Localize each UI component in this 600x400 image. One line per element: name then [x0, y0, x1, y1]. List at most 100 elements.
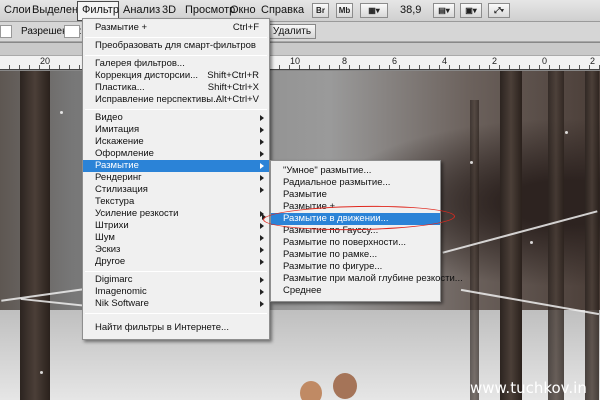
- menu-help[interactable]: Справка: [261, 4, 304, 16]
- menu-item-label: Видео: [95, 112, 123, 123]
- ruler-label: 4: [442, 56, 448, 66]
- resolution-input[interactable]: [64, 25, 80, 38]
- bridge-icon[interactable]: Br: [312, 3, 329, 18]
- ruler-label: 10: [290, 56, 301, 66]
- menu-item-label: Искажение: [95, 136, 144, 147]
- menu-item-other[interactable]: Другое: [83, 256, 269, 268]
- menu-item-label: Размытие при малой глубине резкости...: [283, 273, 463, 284]
- menu-view[interactable]: Просмотр: [185, 4, 235, 16]
- menu-item-label: Эскиз: [95, 244, 121, 255]
- menu-item-label: Исправление перспективы...: [95, 94, 222, 105]
- submenu-item-lens-blur[interactable]: Размытие при малой глубине резкости...: [271, 273, 463, 285]
- ruler-label: 2: [590, 56, 596, 66]
- menu-item-label: Галерея фильтров...: [95, 58, 185, 69]
- menu-item-shortcut: Shift+Ctrl+R: [207, 70, 259, 81]
- menu-item-label: Рендеринг: [95, 172, 142, 183]
- menu-item-label: Другое: [95, 256, 126, 267]
- menu-item-filter-gallery[interactable]: Галерея фильтров...: [83, 58, 269, 70]
- menu-item-label: Коррекция дисторсии...: [95, 70, 199, 81]
- menu-item-imagenomic[interactable]: Imagenomic: [83, 286, 269, 298]
- ruler-label: 8: [342, 56, 348, 66]
- menu-item-label: Найти фильтры в Интернете...: [95, 322, 229, 333]
- submenu-item-smart-blur[interactable]: "Умное" размытие...: [271, 165, 440, 177]
- tree-trunk: [20, 71, 50, 400]
- menu-item-pixelate[interactable]: Оформление: [83, 148, 269, 160]
- submenu-item-average[interactable]: Среднее: [271, 285, 440, 297]
- menu-separator: [85, 271, 267, 272]
- menu-item-distort[interactable]: Искажение: [83, 136, 269, 148]
- submenu-arrow-icon: [260, 277, 264, 283]
- menu-item-brush-strokes[interactable]: Штрихи: [83, 220, 269, 232]
- ruler-label: 20: [40, 56, 51, 66]
- submenu-arrow-icon: [260, 187, 264, 193]
- menu-3d[interactable]: 3D: [162, 4, 176, 16]
- ruler-label: 0: [542, 56, 548, 66]
- submenu-arrow-icon: [260, 163, 264, 169]
- submenu-item-shape-blur[interactable]: Размытие по фигуре...: [271, 261, 440, 273]
- menu-item-vanishing-point[interactable]: Исправление перспективы... Alt+Ctrl+V: [83, 94, 269, 106]
- guides-icon[interactable]: ▦▾: [360, 3, 388, 18]
- menu-item-label: Размытие по поверхности...: [283, 237, 406, 248]
- menu-filter-label: Фильтр: [82, 4, 119, 16]
- watermark: www.tuchkov.in: [470, 379, 587, 397]
- menu-layers[interactable]: Слои: [4, 4, 31, 16]
- menu-separator: [85, 313, 267, 314]
- menu-separator: [85, 37, 267, 38]
- submenu-item-surface-blur[interactable]: Размытие по поверхности...: [271, 237, 440, 249]
- mini-bridge-icon[interactable]: Mb: [336, 3, 353, 18]
- menu-item-label: Имитация: [95, 124, 140, 135]
- tree-trunk: [585, 71, 599, 400]
- menu-item-video[interactable]: Видео: [83, 112, 269, 124]
- submenu-item-radial-blur[interactable]: Радиальное размытие...: [271, 177, 440, 189]
- delete-button[interactable]: Удалить: [268, 24, 316, 39]
- menu-separator: [85, 109, 267, 110]
- menu-item-digimarc[interactable]: Digimarc: [83, 274, 269, 286]
- menu-analysis[interactable]: Анализ: [123, 4, 160, 16]
- submenu-arrow-icon: [260, 175, 264, 181]
- view-extras-icon[interactable]: ▤▾: [433, 3, 455, 18]
- menu-item-label: Пластика...: [95, 82, 145, 93]
- menu-item-liquify[interactable]: Пластика... Shift+Ctrl+X: [83, 82, 269, 94]
- groom-figure: [333, 373, 357, 399]
- submenu-arrow-icon: [260, 115, 264, 121]
- snowflake: [565, 131, 568, 134]
- ruler-label: 2: [492, 56, 498, 66]
- menu-window[interactable]: Окно: [230, 4, 256, 16]
- menu-item-blur[interactable]: Размытие: [83, 160, 269, 172]
- submenu-arrow-icon: [260, 247, 264, 253]
- menu-item-sharpen[interactable]: Усиление резкости: [83, 208, 269, 220]
- bride-figure: [300, 381, 322, 400]
- option-field[interactable]: [0, 25, 12, 38]
- menu-item-label: Текстура: [95, 196, 135, 207]
- menu-item-browse-filters-online[interactable]: Найти фильтры в Интернете...: [83, 322, 269, 334]
- menu-item-stylize[interactable]: Стилизация: [83, 184, 269, 196]
- menu-item-lens-correction[interactable]: Коррекция дисторсии... Shift+Ctrl+R: [83, 70, 269, 82]
- filter-menu: Размытие + Ctrl+F Преобразовать для смар…: [82, 18, 270, 340]
- tree-trunk: [548, 71, 564, 400]
- menu-item-label: Среднее: [283, 285, 322, 296]
- tree-trunk: [470, 100, 479, 400]
- menu-item-sketch[interactable]: Эскиз: [83, 244, 269, 256]
- menu-item-label: "Умное" размытие...: [283, 165, 372, 176]
- menu-item-texture[interactable]: Текстура: [83, 196, 269, 208]
- submenu-item-blur[interactable]: Размытие: [271, 189, 440, 201]
- snowflake: [40, 371, 43, 374]
- submenu-item-box-blur[interactable]: Размытие по рамке...: [271, 249, 440, 261]
- menu-item-label: Стилизация: [95, 184, 148, 195]
- submenu-arrow-icon: [260, 259, 264, 265]
- menu-item-label: Размытие по рамке...: [283, 249, 378, 260]
- submenu-arrow-icon: [260, 235, 264, 241]
- menu-item-nik-software[interactable]: Nik Software: [83, 298, 269, 310]
- menu-item-last-filter[interactable]: Размытие + Ctrl+F: [83, 22, 269, 34]
- arrange-documents-icon[interactable]: ▣▾: [460, 3, 482, 18]
- menu-item-label: Шум: [95, 232, 115, 243]
- screen-mode-icon[interactable]: ⤢▾: [488, 3, 510, 18]
- menu-item-convert-smart[interactable]: Преобразовать для смарт-фильтров: [83, 40, 269, 52]
- snowflake: [60, 111, 63, 114]
- zoom-level[interactable]: 38,9: [400, 4, 421, 16]
- menu-item-noise[interactable]: Шум: [83, 232, 269, 244]
- menu-item-render[interactable]: Рендеринг: [83, 172, 269, 184]
- menu-item-artistic[interactable]: Имитация: [83, 124, 269, 136]
- snowflake: [470, 161, 473, 164]
- menu-separator: [85, 55, 267, 56]
